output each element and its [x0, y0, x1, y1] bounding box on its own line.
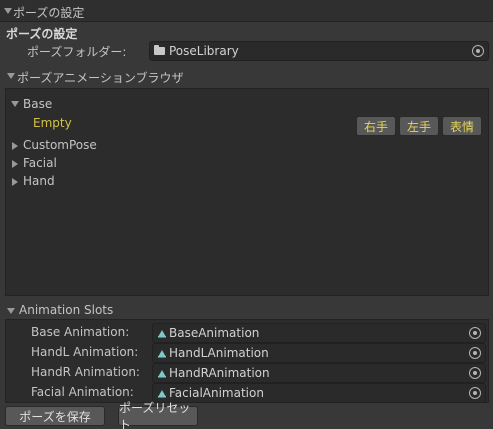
base-animation-label: Base Animation: [31, 325, 130, 339]
pose-folder-field[interactable]: PoseLibrary [149, 41, 489, 61]
tree-item-hand[interactable]: Hand [23, 174, 55, 188]
header-title: ポーズの設定 [13, 6, 85, 20]
foldout-closed-icon[interactable] [12, 142, 18, 150]
facial-animation-label: Facial Animation: [31, 385, 134, 399]
right-hand-button[interactable]: 右手 [356, 116, 396, 136]
handl-animation-field[interactable]: HandLAnimation [152, 343, 486, 363]
foldout-open-icon[interactable] [4, 8, 12, 14]
handr-animation-field[interactable]: HandRAnimation [152, 363, 486, 383]
animation-clip-icon [157, 388, 167, 398]
handr-animation-value: HandRAnimation [169, 366, 270, 380]
expression-button[interactable]: 表情 [442, 116, 482, 136]
facial-animation-value: FacialAnimation [169, 386, 264, 400]
base-animation-value: BaseAnimation [169, 326, 260, 340]
tree-item-custompose[interactable]: CustomPose [23, 138, 97, 152]
object-picker-icon[interactable] [469, 367, 481, 379]
folder-icon [154, 45, 165, 55]
tree-item-base[interactable]: Base [23, 97, 52, 111]
foldout-open-icon[interactable] [11, 101, 19, 107]
foldout-closed-icon[interactable] [12, 178, 18, 186]
animation-clip-icon [157, 368, 167, 378]
facial-animation-field[interactable]: FacialAnimation [152, 383, 486, 403]
foldout-open-icon[interactable] [7, 308, 15, 314]
foldout-closed-icon[interactable] [12, 160, 18, 168]
animation-clip-icon [157, 348, 167, 358]
base-animation-field[interactable]: BaseAnimation [152, 323, 486, 343]
save-pose-button[interactable]: ポーズを保存 [5, 406, 105, 426]
pose-folder-label: ポーズフォルダー: [27, 45, 127, 59]
tree-item-facial[interactable]: Facial [23, 156, 57, 170]
object-picker-icon[interactable] [469, 327, 481, 339]
browser-title: ポーズアニメーションブラウザ [17, 71, 184, 85]
handr-animation-label: HandR Animation: [31, 365, 140, 379]
left-hand-button[interactable]: 左手 [399, 116, 439, 136]
animation-clip-icon [157, 328, 167, 338]
pose-folder-value: PoseLibrary [169, 44, 239, 58]
object-picker-icon[interactable] [472, 45, 484, 57]
handl-animation-label: HandL Animation: [31, 345, 139, 359]
object-picker-icon[interactable] [469, 387, 481, 399]
tree-item-empty[interactable]: Empty [33, 116, 72, 130]
reset-pose-button[interactable]: ポーズリセット [118, 401, 198, 429]
object-picker-icon[interactable] [469, 347, 481, 359]
handl-animation-value: HandLAnimation [169, 346, 269, 360]
slots-title: Animation Slots [19, 303, 114, 317]
settings-section-title: ポーズの設定 [6, 27, 78, 41]
foldout-open-icon[interactable] [7, 73, 15, 79]
